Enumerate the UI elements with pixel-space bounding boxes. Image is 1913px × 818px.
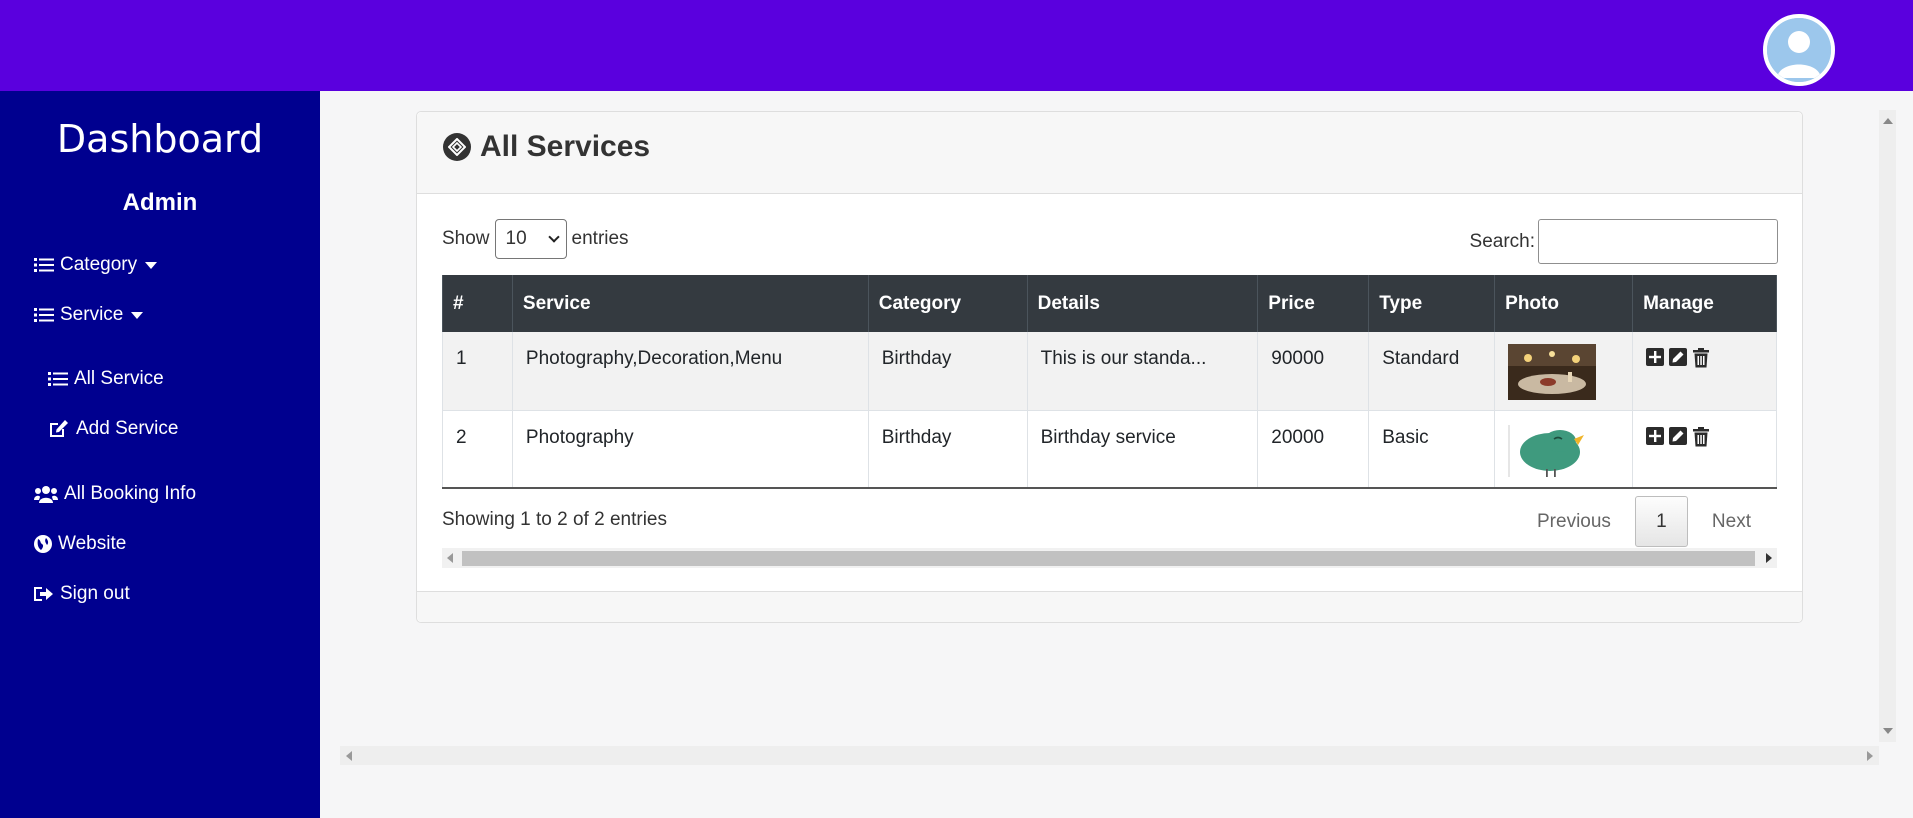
cell-manage [1632,410,1777,489]
card-header: All Services [417,112,1802,194]
page-title: All Services [443,130,650,164]
sidebar-item-label: Category [60,254,138,275]
sidebar-item-label: All Booking Info [64,483,197,504]
entries-per-page-select[interactable]: 10 [494,219,567,259]
sidebar-item-website[interactable]: Website [34,533,126,555]
search-label: Search: [1469,230,1535,252]
entries-per-page-value: 10 [505,228,527,249]
pagination: Previous 1 Next [1537,496,1751,547]
cell-photo [1494,410,1634,489]
search-input[interactable] [1538,219,1778,264]
sidebar-item-label: All Service [74,368,164,389]
cell-manage [1632,332,1777,411]
table-row: 2 Photography Birthday Birthday service … [442,410,1777,489]
sidebar-item-sign-out[interactable]: Sign out [34,583,130,605]
services-icon [443,133,471,161]
sidebar-brand: Dashboard [56,117,264,161]
sidebar-item-add-service[interactable]: Add Service [48,418,178,440]
chevron-down-icon [145,261,158,269]
services-table: # Service Category Details Price Type Ph… [442,275,1777,489]
column-header-number[interactable]: # [442,275,513,332]
green-bird-illustration [1508,422,1597,479]
cell-category: Birthday [867,410,1028,489]
users-icon [34,486,58,503]
cell-number: 1 [442,332,513,411]
edit-icon [50,420,68,437]
sidebar-item-label: Add Service [76,418,179,439]
length-suffix-label: entries [571,228,629,249]
next-page-button[interactable]: Next [1712,511,1751,533]
list-icon [34,258,54,272]
chevron-down-icon [547,231,560,243]
cell-details: This is our standa... [1026,332,1259,411]
sidebar-item-all-service[interactable]: All Service [48,368,164,390]
cell-number: 2 [442,410,513,489]
trash-icon[interactable] [1692,426,1710,447]
page-1-button[interactable]: 1 [1634,496,1688,547]
previous-page-button[interactable]: Previous [1537,511,1611,533]
length-prefix-label: Show [442,228,490,249]
table-horizontal-scrollbar[interactable] [442,548,1777,568]
table-info: Showing 1 to 2 of 2 entries [442,509,667,530]
scroll-up-icon[interactable] [1883,118,1893,124]
scroll-left-icon[interactable] [447,553,453,563]
cell-type: Standard [1368,332,1496,411]
scrollbar-thumb[interactable] [462,551,1755,566]
cell-price: 90000 [1257,332,1370,411]
list-icon [34,308,54,322]
entries-length-control: Show 10 entries [442,219,629,259]
edit-icon[interactable] [1669,426,1688,445]
column-header-manage[interactable]: Manage [1632,275,1777,332]
page-horizontal-scrollbar[interactable] [340,746,1879,765]
sidebar-role: Admin [122,189,198,216]
sign-out-icon [34,587,53,601]
sidebar-item-label: Sign out [60,583,130,604]
table-search: Search: [1470,219,1778,264]
sidebar-item-all-booking-info[interactable]: All Booking Info [34,483,196,505]
cell-service: Photography,Decoration,Menu [511,332,869,411]
plus-square-icon[interactable] [1646,348,1665,366]
column-header-price[interactable]: Price [1257,275,1370,332]
column-header-photo[interactable]: Photo [1494,275,1634,332]
page-vertical-scrollbar[interactable] [1879,110,1896,742]
scroll-right-icon[interactable] [1867,751,1873,761]
table-header-row: # Service Category Details Price Type Ph… [442,275,1777,332]
cell-photo [1494,332,1634,411]
cell-details: Birthday service [1026,410,1259,489]
scroll-left-icon[interactable] [346,751,352,761]
party-table-photo [1508,344,1597,400]
list-icon [48,372,68,386]
cell-price: 20000 [1257,410,1370,489]
scroll-down-icon[interactable] [1883,728,1893,734]
sidebar-item-service[interactable]: Service [34,304,144,326]
plus-square-icon[interactable] [1646,426,1665,445]
column-header-type[interactable]: Type [1368,275,1496,332]
user-avatar-icon[interactable] [1763,14,1835,86]
top-bar [0,0,1913,91]
globe-icon [34,535,52,553]
sidebar-item-category[interactable]: Category [34,254,158,276]
page-title-text: All Services [480,130,651,163]
column-header-service[interactable]: Service [511,275,869,332]
sidebar: Dashboard Admin Category Service All Ser… [0,91,320,818]
trash-icon[interactable] [1692,348,1710,368]
services-card: All Services Show 10 entries Search: # S… [416,111,1803,623]
cell-type: Basic [1368,410,1496,489]
edit-icon[interactable] [1669,348,1688,366]
sidebar-item-label: Service [60,304,124,325]
column-header-details[interactable]: Details [1026,275,1259,332]
scroll-right-icon[interactable] [1766,553,1772,563]
card-footer [417,591,1802,622]
cell-service: Photography [511,410,869,489]
chevron-down-icon [131,311,144,319]
column-header-category[interactable]: Category [867,275,1028,332]
table-row: 1 Photography,Decoration,Menu Birthday T… [442,332,1777,411]
cell-category: Birthday [867,332,1028,411]
sidebar-item-label: Website [58,533,127,554]
